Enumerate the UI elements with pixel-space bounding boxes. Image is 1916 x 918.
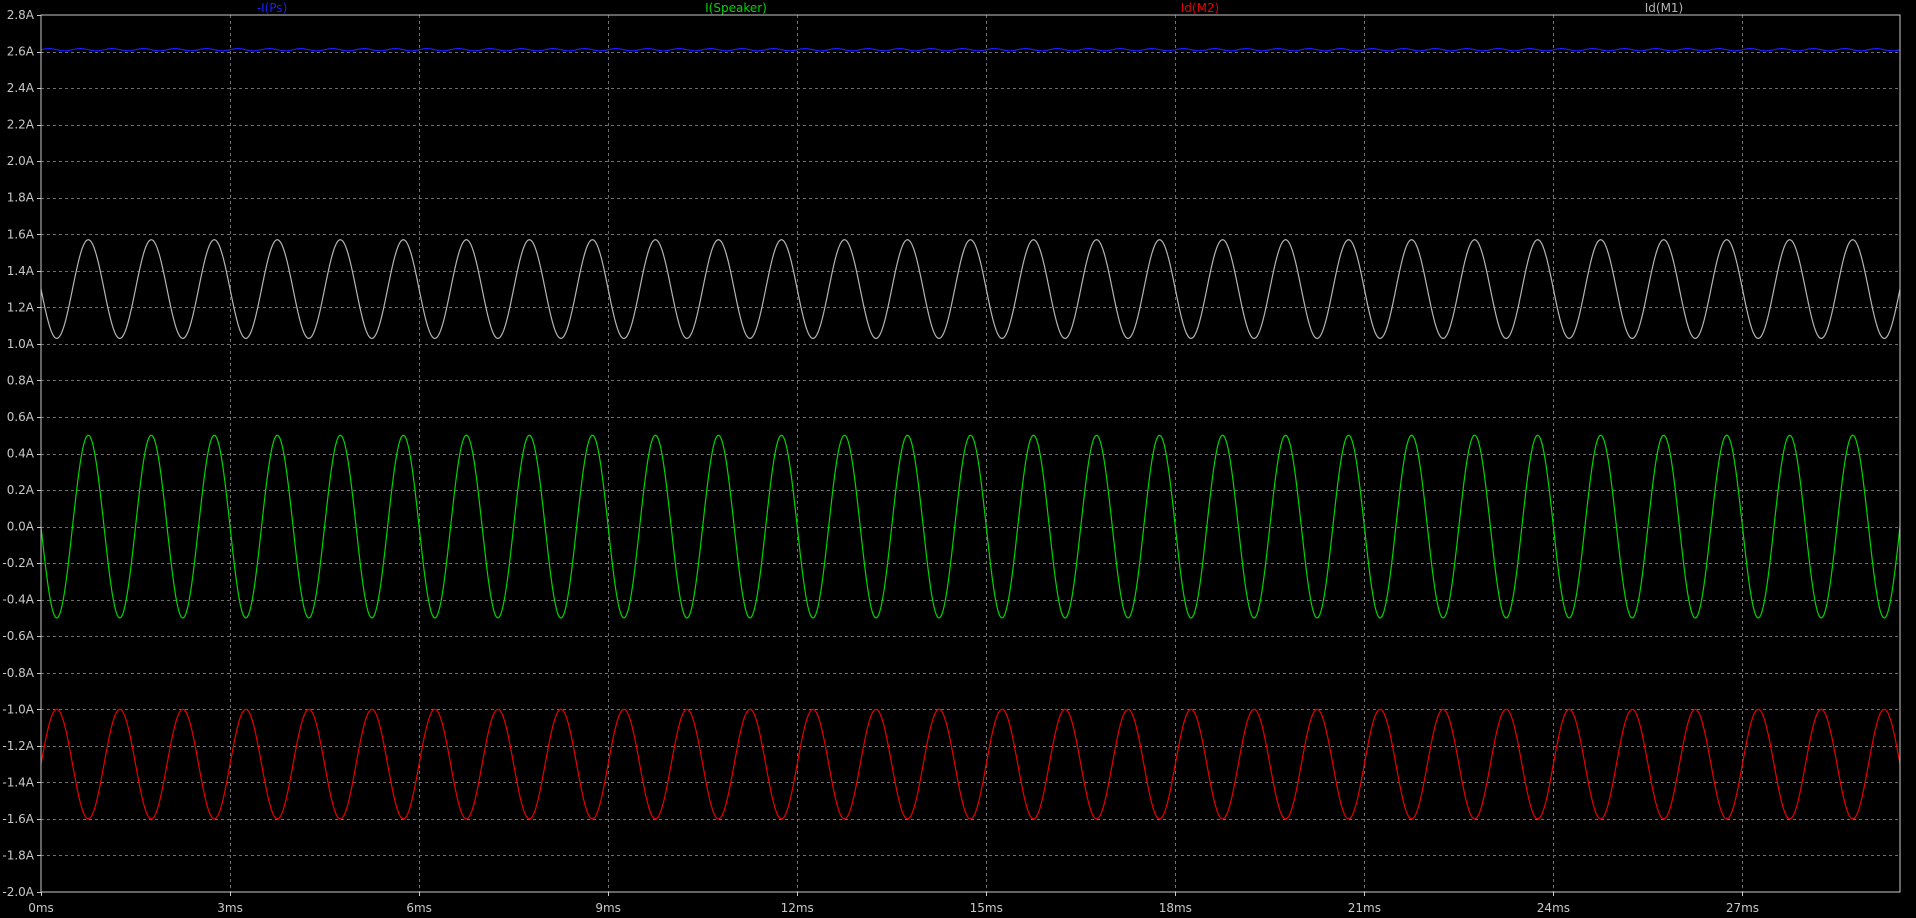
y-tick-label: 0.2A [7, 483, 35, 497]
y-tick-label: -0.2A [2, 556, 34, 570]
x-tick-label: 24ms [1537, 901, 1570, 915]
legend-label[interactable]: I(Speaker) [705, 1, 767, 15]
x-tick-label: 0ms [28, 901, 54, 915]
y-tick-label: -1.0A [2, 702, 34, 716]
y-tick-label: -0.8A [2, 666, 34, 680]
y-tick-label: -1.6A [2, 812, 34, 826]
x-tick-label: 18ms [1159, 901, 1192, 915]
y-tick-label: -1.4A [2, 775, 34, 789]
y-tick-label: 0.6A [7, 410, 35, 424]
y-tick-label: 1.8A [7, 191, 35, 205]
y-tick-label: -0.4A [2, 593, 34, 607]
x-tick-label: 12ms [781, 901, 814, 915]
legend-label[interactable]: -I(Ps) [257, 1, 288, 15]
y-tick-label: -2.0A [2, 885, 34, 899]
y-tick-label: 0.0A [7, 520, 35, 534]
waveform-plot: 0ms 3ms 6ms 9ms 12ms 15ms 18ms 21ms 24ms 27ms 2.8… [0, 0, 1916, 918]
y-tick-label: -1.2A [2, 739, 34, 753]
x-tick-label: 9ms [595, 901, 621, 915]
y-tick-label: 0.8A [7, 373, 35, 387]
y-tick-label: -1.8A [2, 848, 34, 862]
y-tick-label: 0.4A [7, 447, 35, 461]
legend-label[interactable]: Id(M1) [1645, 1, 1684, 15]
y-tick-label: 1.2A [7, 300, 35, 314]
legend-label[interactable]: Id(M2) [1181, 1, 1220, 15]
x-tick-label: 6ms [406, 901, 432, 915]
x-tick-label: 27ms [1726, 901, 1759, 915]
y-tick-label: 1.6A [7, 227, 35, 241]
y-tick-label: 2.4A [7, 81, 35, 95]
y-tick-label: 1.4A [7, 264, 35, 278]
x-tick-label: 3ms [217, 901, 243, 915]
y-tick-label: 1.0A [7, 337, 35, 351]
x-tick-label: 21ms [1348, 901, 1381, 915]
x-tick-label: 15ms [970, 901, 1003, 915]
y-tick-label: 2.6A [7, 45, 35, 59]
y-tick-label: -0.6A [2, 629, 34, 643]
y-tick-label: 2.0A [7, 154, 35, 168]
y-tick-label: 2.8A [7, 8, 35, 22]
y-tick-label: 2.2A [7, 118, 35, 132]
